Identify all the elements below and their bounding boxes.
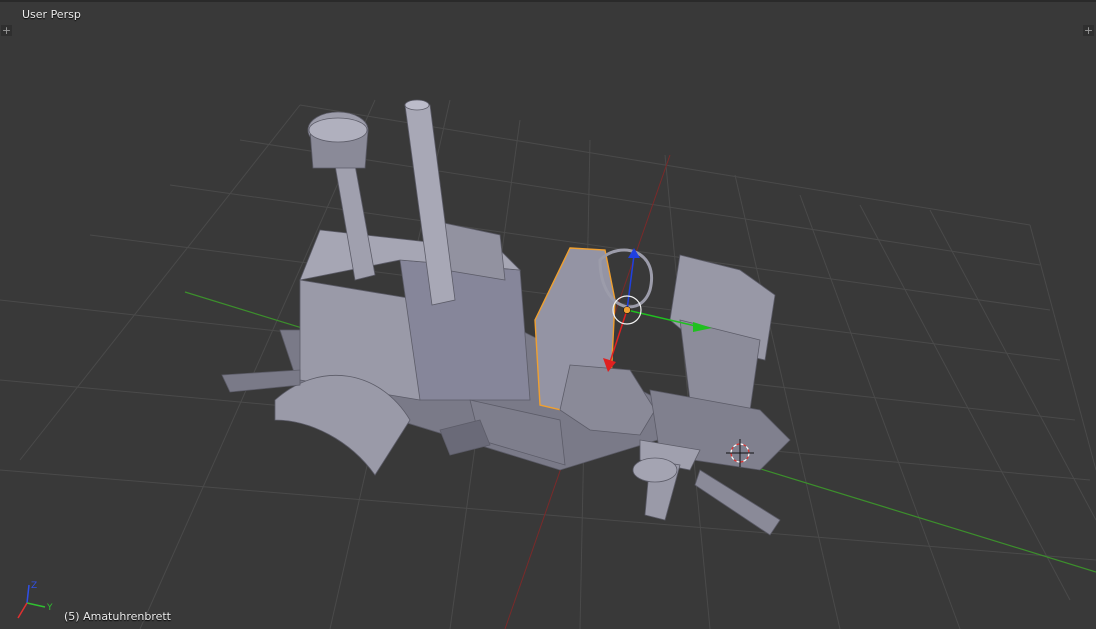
tractor-mesh[interactable] bbox=[221, 99, 791, 536]
viewport-header-edge bbox=[0, 0, 1096, 2]
area-split-icon[interactable]: + bbox=[1, 25, 12, 36]
active-object-label: (5) Amatuhrenbrett bbox=[64, 610, 171, 623]
axis-label-z: Z bbox=[31, 581, 37, 591]
viewport-canvas[interactable]: Z Y bbox=[0, 0, 1096, 629]
view-name-label: User Persp bbox=[22, 8, 81, 21]
3d-viewport[interactable]: Z Y User Persp + + (5) Amatuhrenbrett bbox=[0, 0, 1096, 629]
area-split-icon[interactable]: + bbox=[1083, 25, 1094, 36]
axis-orientation-icon: Z Y bbox=[17, 581, 53, 619]
axis-label-y: Y bbox=[46, 603, 53, 613]
